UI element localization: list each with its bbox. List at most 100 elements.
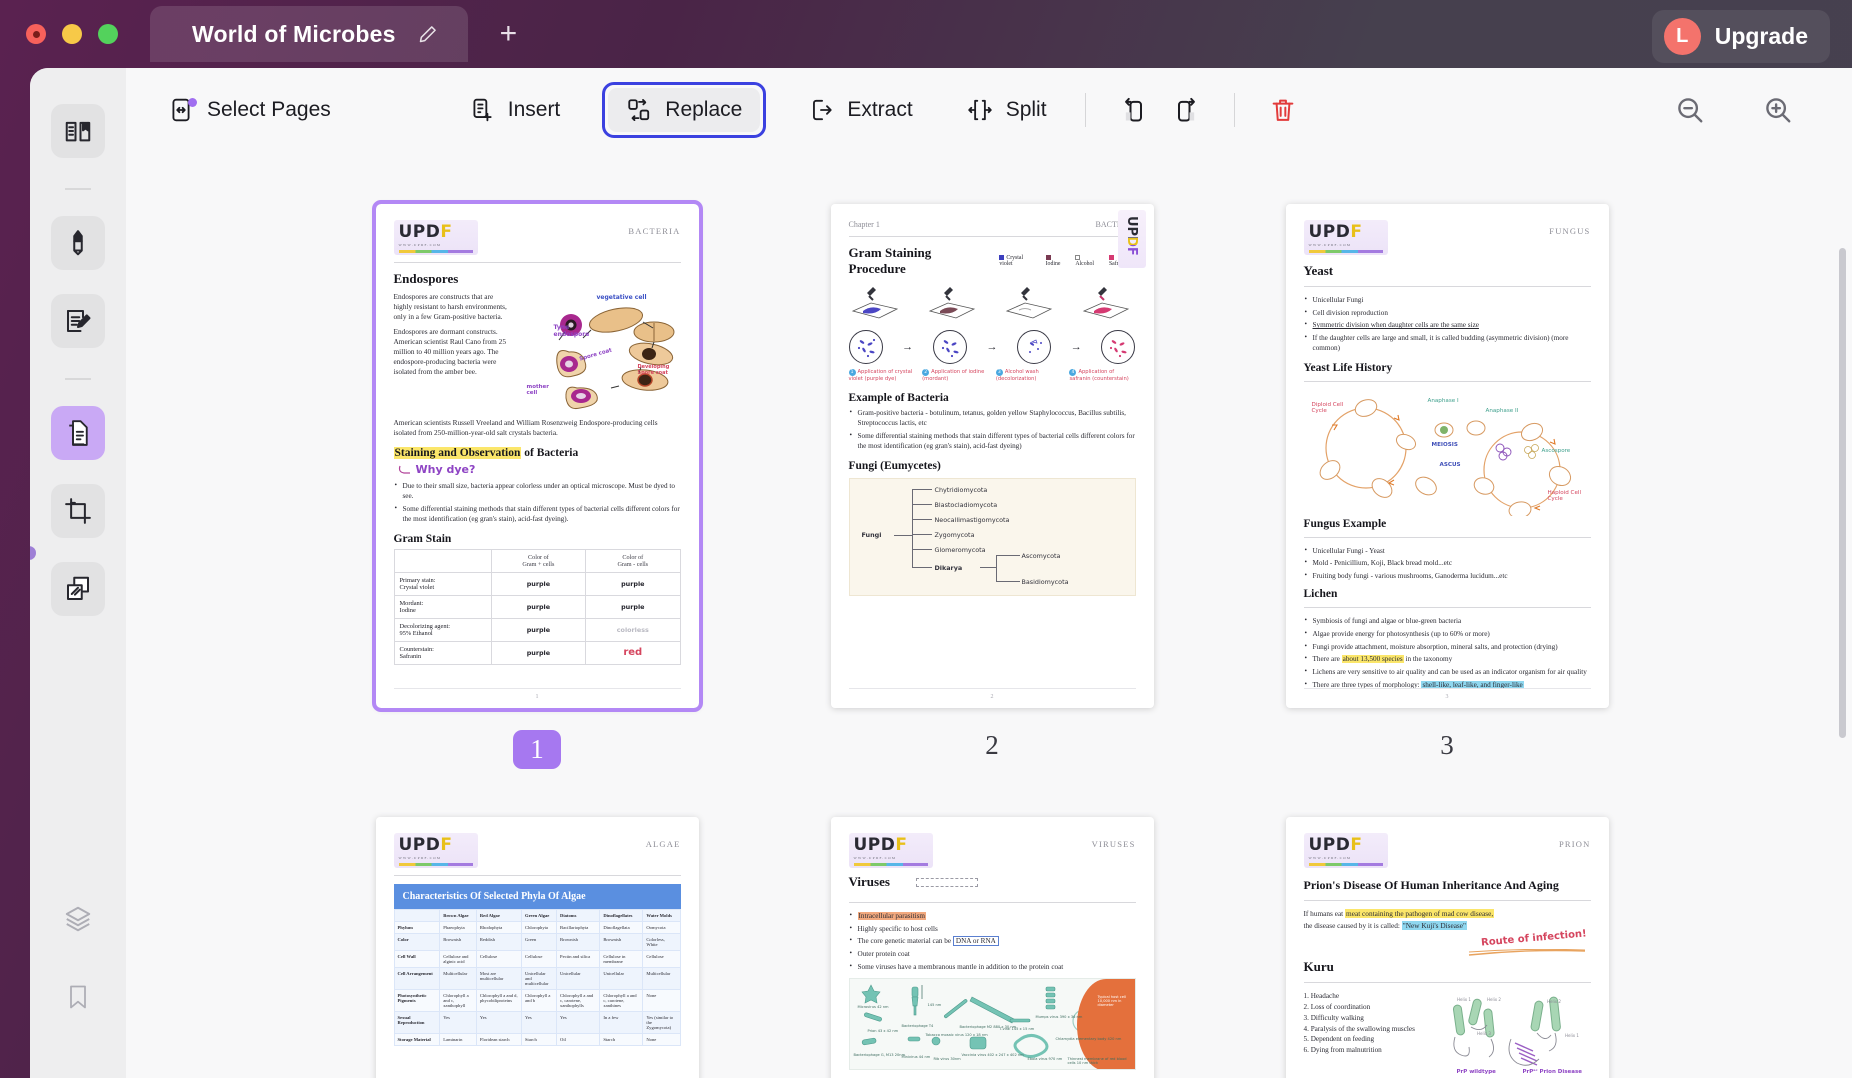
- page-5-content: UPDF WWW.UPDF.COM VIRUSES Viruses • Intr…: [831, 817, 1154, 1078]
- page-1-header: UPDF WWW.UPDF.COM BACTERIA: [393, 220, 681, 255]
- page-2-legend: Crystal violet Iodine Alcohol Safranin: [999, 255, 1135, 267]
- updf-logo: UPDF WWW.UPDF.COM: [1303, 833, 1388, 868]
- page-thumbnail-6[interactable]: UPDF WWW.UPDF.COM PRION Prion's Disease …: [1285, 817, 1609, 1078]
- sidebar-item-bookmarks[interactable]: [51, 970, 105, 1024]
- rotate-left-button[interactable]: [1108, 87, 1160, 133]
- zoom-in-button[interactable]: [1752, 87, 1804, 133]
- gram-cell-3-1: purple: [490, 617, 587, 642]
- page-2-bullet-2: Some differential staining methods that …: [849, 430, 1136, 451]
- page-tools-toolbar: Select Pages Insert Replace Extract Spli…: [126, 68, 1852, 152]
- page-number-badge-2[interactable]: 2: [985, 730, 999, 761]
- page-1-heading: Endospores: [393, 271, 459, 286]
- sidebar-item-layers[interactable]: [51, 892, 105, 946]
- page-thumbnail-5[interactable]: UPDF WWW.UPDF.COM VIRUSES Viruses • Intr…: [830, 817, 1154, 1078]
- page-5-bullet-1: Intracellular parasitism: [849, 910, 1136, 921]
- algae-th-blank: [393, 909, 441, 922]
- table-header-row: Brown Algae Red Algae Green Algae Diatom…: [393, 909, 681, 922]
- left-tool-rail: [30, 68, 126, 1078]
- sidebar-item-annotate[interactable]: [51, 294, 105, 348]
- minimize-window-button[interactable]: [62, 24, 82, 44]
- page-3-footer: 3: [1303, 688, 1591, 700]
- updf-wordmark: UPDF: [1309, 837, 1383, 854]
- updf-colorbar: [398, 250, 473, 253]
- page-3-lichen-bullet-4: There are about 13,500 species in the ta…: [1304, 653, 1591, 664]
- upgrade-button[interactable]: L Upgrade: [1651, 10, 1830, 63]
- sidebar-resize-handle[interactable]: [30, 546, 36, 560]
- page-2-chapter: Chapter 1: [848, 220, 880, 229]
- page-thumbnail-area[interactable]: UPDF WWW.UPDF.COM BACTERIA Endospores En…: [126, 152, 1852, 1078]
- tree-item-6: Dikarya: [934, 564, 963, 573]
- new-tab-button[interactable]: +: [490, 13, 528, 55]
- insert-button[interactable]: Insert: [453, 88, 577, 132]
- zoom-out-button[interactable]: [1664, 87, 1716, 133]
- insert-icon: [469, 97, 495, 123]
- gram-row-label-2: Mordant: Iodine: [393, 594, 492, 619]
- page-6-content: UPDF WWW.UPDF.COM PRION Prion's Disease …: [1286, 817, 1609, 1078]
- sidebar-item-crop[interactable]: [51, 484, 105, 538]
- page-6-intro-1: If humans eat meat containing the pathog…: [1303, 909, 1495, 918]
- tab-strip: World of Microbes +: [150, 0, 527, 68]
- page-thumbnail-1[interactable]: UPDF WWW.UPDF.COM BACTERIA Endospores En…: [371, 200, 703, 712]
- page-2-header: Chapter 1 BACTERIA: [849, 220, 1136, 229]
- table-row: Sexual Reproduction Yes Yes Yes Yes In a few Y…: [393, 1011, 681, 1034]
- page-thumbnail-3[interactable]: UPDF WWW.UPDF.COM FUNGUS Yeast Unicellul…: [1285, 204, 1609, 708]
- page-number-badge-1[interactable]: 1: [513, 730, 561, 769]
- scrollbar-thumb[interactable]: [1839, 248, 1846, 738]
- page-2-rule: [848, 236, 1136, 237]
- table-row: Phylum Phaeophyta Rhodophyta Chlorophyta Bac…: [393, 921, 681, 934]
- updf-wordmark: UPDF: [399, 837, 473, 854]
- maximize-window-button[interactable]: [98, 24, 118, 44]
- updf-logo: UPDF WWW.UPDF.COM: [1303, 220, 1388, 255]
- page-thumbnail-2[interactable]: Chapter 1 BACTERIA Gram Staining Procedu…: [830, 204, 1154, 708]
- select-pages-button[interactable]: Select Pages: [152, 88, 347, 132]
- page-thumbnail-4[interactable]: UPDF WWW.UPDF.COM ALGAE Characteristics …: [375, 817, 699, 1078]
- sidebar-item-organize-pages[interactable]: [51, 406, 105, 460]
- close-window-button[interactable]: [26, 24, 46, 44]
- updf-url: WWW.UPDF.COM: [853, 856, 897, 860]
- rotate-right-button[interactable]: [1160, 87, 1212, 133]
- micrograph-2: [932, 330, 967, 364]
- tree-item-2: Blastocladiomycota: [934, 501, 998, 510]
- sidebar-item-reader-view[interactable]: [51, 104, 105, 158]
- gram-row-label-4: Counterstain: Safranin: [393, 640, 492, 665]
- page-2-captions: 1 Application of crystal violet (purple d…: [848, 369, 1136, 383]
- algae-th-6: Water Molds: [642, 909, 681, 922]
- zoom-in-icon: [1763, 95, 1793, 125]
- prion-structure-diagram: Helix 1 Helix 2 Helix 3 Helix 2 Helix 1 PrP…: [1441, 991, 1591, 1077]
- updf-colorbar: [853, 863, 928, 866]
- algae-th-5: Dinoflagellates: [599, 909, 644, 922]
- tree-item-3: Neocallimastigomycota: [934, 516, 1010, 525]
- sidebar-item-highlighter[interactable]: [51, 216, 105, 270]
- dashed-placeholder-box: [915, 878, 978, 887]
- document-tab[interactable]: World of Microbes: [150, 6, 468, 62]
- page-cell-4: UPDF WWW.UPDF.COM ALGAE Characteristics …: [375, 817, 699, 1078]
- replace-button[interactable]: Replace: [608, 88, 761, 132]
- split-button[interactable]: Split: [951, 88, 1063, 132]
- page-1-category: BACTERIA: [628, 226, 681, 236]
- gram-cell-1-2: purple: [585, 571, 681, 596]
- page-6-intro-2: the disease caused by it is called: "New…: [1303, 921, 1467, 931]
- title-bar: World of Microbes + L Upgrade: [0, 0, 1852, 68]
- gram-cell-4-1: purple: [490, 640, 587, 665]
- page-cell-2: Chapter 1 BACTERIA Gram Staining Procedu…: [830, 204, 1154, 769]
- main-content: Select Pages Insert Replace Extract Spli…: [126, 68, 1852, 1078]
- gram-stain-table: Color of Gram + cells Color of Gram - cell…: [393, 548, 681, 665]
- page-1-para-2: Endospores are dormant constructs. Ameri…: [393, 327, 506, 377]
- page-6-rule: [1303, 900, 1591, 901]
- arrow-3: →: [1070, 341, 1082, 353]
- page-1-bullet-1: Due to their small size, bacteria appear…: [394, 480, 681, 501]
- cycle-label-anaphase-1: Anaphase I: [1427, 397, 1459, 404]
- cycle-label-ascospore: Ascospore: [1541, 447, 1571, 454]
- page-number-badge-3[interactable]: 3: [1440, 730, 1454, 761]
- table-header-row: Color of Gram + cells Color of Gram - cell…: [393, 548, 681, 573]
- extract-button[interactable]: Extract: [792, 88, 928, 132]
- table-row: Storage Material Laminarin Floridean starc…: [393, 1033, 681, 1046]
- updf-watermark-rotated: UPDF: [1117, 210, 1146, 268]
- algae-table: Brown Algae Red Algae Green Algae Diatom…: [393, 909, 681, 1046]
- tree-item-5: Glomeromycota: [934, 546, 986, 555]
- vertical-scrollbar[interactable]: [1839, 248, 1846, 1008]
- sidebar-item-redact[interactable]: [51, 562, 105, 616]
- arrow-curve-icon: [398, 465, 410, 474]
- delete-pages-button[interactable]: [1257, 87, 1309, 133]
- pencil-icon[interactable]: [418, 24, 438, 44]
